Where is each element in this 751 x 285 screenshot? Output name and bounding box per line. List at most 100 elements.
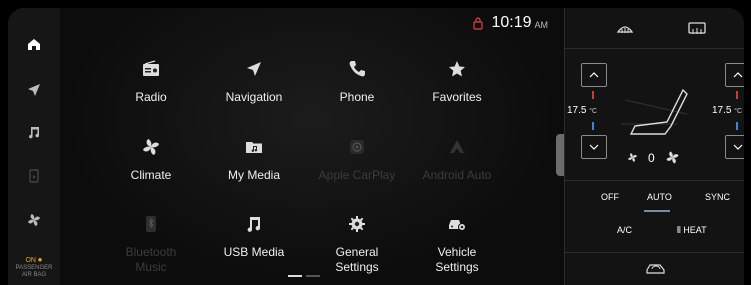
page-dot bbox=[306, 275, 320, 277]
climate-sync-button[interactable]: SYNC bbox=[705, 192, 730, 202]
gear-icon bbox=[349, 216, 365, 232]
heat-icon: ⫴ bbox=[677, 225, 681, 235]
fan-increase-icon[interactable] bbox=[665, 150, 680, 165]
phone-icon bbox=[349, 61, 365, 77]
media-shortcut[interactable] bbox=[8, 112, 60, 152]
phone-projection-icon bbox=[29, 169, 39, 183]
app-label: My Media bbox=[227, 168, 280, 182]
app-label: General Settings bbox=[335, 245, 379, 274]
app-label: Radio bbox=[135, 90, 167, 104]
right-temp-down-button[interactable] bbox=[725, 135, 744, 159]
left-temp-up-button[interactable] bbox=[581, 63, 607, 87]
ac-button[interactable]: A/C bbox=[617, 225, 632, 235]
navigation-arrow-icon bbox=[28, 84, 40, 96]
fan-icon bbox=[143, 139, 159, 155]
rear-defrost-icon[interactable] bbox=[687, 20, 707, 36]
app-label: Phone bbox=[339, 90, 375, 104]
chevron-up-icon bbox=[589, 72, 599, 78]
app-label: Navigation bbox=[225, 90, 283, 104]
music-note-icon bbox=[247, 217, 261, 232]
home-icon bbox=[28, 39, 40, 50]
fan-speed-value: 0 bbox=[648, 150, 655, 165]
app-label: USB Media bbox=[223, 245, 285, 259]
clock-ampm: AM bbox=[534, 20, 549, 30]
climate-panel-handle[interactable] bbox=[556, 134, 564, 176]
android-auto-icon bbox=[450, 140, 464, 153]
fan-speed-control: 0 bbox=[627, 150, 680, 165]
app-my-media[interactable]: My Media bbox=[209, 134, 299, 183]
app-apple-carplay[interactable]: Apple CarPlay bbox=[312, 134, 402, 183]
right-temp-value: 17.5 bbox=[712, 105, 732, 116]
climate-off-button[interactable]: OFF bbox=[601, 192, 619, 202]
page-dot-active bbox=[288, 275, 302, 277]
home-button[interactable] bbox=[8, 24, 60, 64]
fan-icon bbox=[28, 214, 40, 226]
app-phone[interactable]: Phone bbox=[312, 56, 402, 105]
page-indicator bbox=[288, 275, 320, 277]
app-label: Android Auto bbox=[422, 168, 492, 182]
divider bbox=[565, 252, 744, 253]
app-label: Bluetooth Music bbox=[125, 245, 177, 274]
chevron-down-icon bbox=[733, 144, 743, 150]
seat-airflow-icon bbox=[621, 88, 688, 135]
right-cool-marker bbox=[736, 122, 738, 130]
auto-active-indicator bbox=[644, 210, 670, 212]
media-folder-icon bbox=[246, 142, 262, 153]
phone-projection-shortcut[interactable] bbox=[8, 156, 60, 196]
app-general-settings[interactable]: General Settings bbox=[312, 211, 402, 275]
app-navigation[interactable]: Navigation bbox=[209, 56, 299, 105]
app-usb-media[interactable]: USB Media bbox=[209, 211, 299, 260]
climate-shortcut[interactable] bbox=[8, 200, 60, 240]
divider bbox=[565, 180, 744, 181]
fan-decrease-icon[interactable] bbox=[627, 152, 638, 163]
bluetooth-music-icon bbox=[146, 216, 156, 232]
app-android-auto[interactable]: Android Auto bbox=[412, 134, 502, 183]
lock-icon bbox=[473, 17, 484, 30]
navigation-shortcut[interactable] bbox=[8, 70, 60, 110]
right-heat-marker bbox=[736, 91, 738, 99]
front-defrost-icon[interactable] bbox=[615, 20, 635, 36]
app-label: Climate bbox=[130, 168, 172, 182]
left-temp-down-button[interactable] bbox=[581, 135, 607, 159]
status-bar: 10:19 AM bbox=[473, 14, 548, 32]
defrost-row bbox=[565, 8, 744, 49]
right-temp-display: 17.5 °C bbox=[712, 105, 742, 116]
app-favorites[interactable]: Favorites bbox=[412, 56, 502, 105]
chevron-up-icon bbox=[733, 72, 743, 78]
radio-icon bbox=[143, 60, 159, 76]
airbag-icon: ● bbox=[37, 255, 43, 264]
app-launcher: 10:19 AM Radio Navigation Phone Favorite… bbox=[60, 8, 562, 285]
car-settings-icon bbox=[449, 220, 466, 231]
left-cool-marker bbox=[592, 122, 594, 130]
right-temp-unit: °C bbox=[734, 108, 743, 115]
app-climate[interactable]: Climate bbox=[106, 134, 196, 183]
app-label: Vehicle Settings bbox=[435, 245, 479, 274]
airbag-line2: AIR BAG bbox=[21, 272, 47, 278]
app-vehicle-settings[interactable]: Vehicle Settings bbox=[412, 211, 502, 275]
right-temp-up-button[interactable] bbox=[725, 63, 744, 87]
app-bluetooth-music[interactable]: Bluetooth Music bbox=[106, 211, 196, 275]
chevron-down-icon bbox=[589, 144, 599, 150]
app-label: Apple CarPlay bbox=[318, 168, 396, 182]
left-temp-display: 17.5 °C bbox=[567, 105, 597, 116]
left-heat-marker bbox=[592, 91, 594, 99]
left-temp-value: 17.5 bbox=[567, 105, 587, 116]
passenger-airbag-indicator: ON ● PASSENGER AIR BAG bbox=[8, 256, 60, 279]
airbag-on-text: ON bbox=[25, 257, 36, 264]
climate-auto-button[interactable]: AUTO bbox=[647, 192, 672, 202]
star-icon bbox=[449, 61, 465, 77]
carplay-icon bbox=[350, 140, 364, 154]
clock-time: 10:19 bbox=[491, 14, 532, 31]
display-frame: ON ● PASSENGER AIR BAG 10:19 AM Radio Na… bbox=[8, 8, 744, 285]
app-label: Favorites bbox=[432, 90, 482, 104]
heat-label: HEAT bbox=[683, 225, 707, 235]
left-temp-unit: °C bbox=[589, 108, 598, 115]
recirculation-icon[interactable] bbox=[645, 261, 667, 275]
climate-panel: 17.5 °C 17.5 °C 0 OFF AUTO SYNC A/C ⫴ HE… bbox=[564, 8, 744, 285]
music-note-icon bbox=[29, 127, 40, 139]
airbag-line1: PASSENGER bbox=[15, 265, 53, 271]
left-rail: ON ● PASSENGER AIR BAG bbox=[8, 8, 61, 285]
app-radio[interactable]: Radio bbox=[106, 56, 196, 105]
max-heat-button[interactable]: ⫴ HEAT bbox=[677, 225, 707, 236]
navigation-icon bbox=[247, 62, 261, 76]
